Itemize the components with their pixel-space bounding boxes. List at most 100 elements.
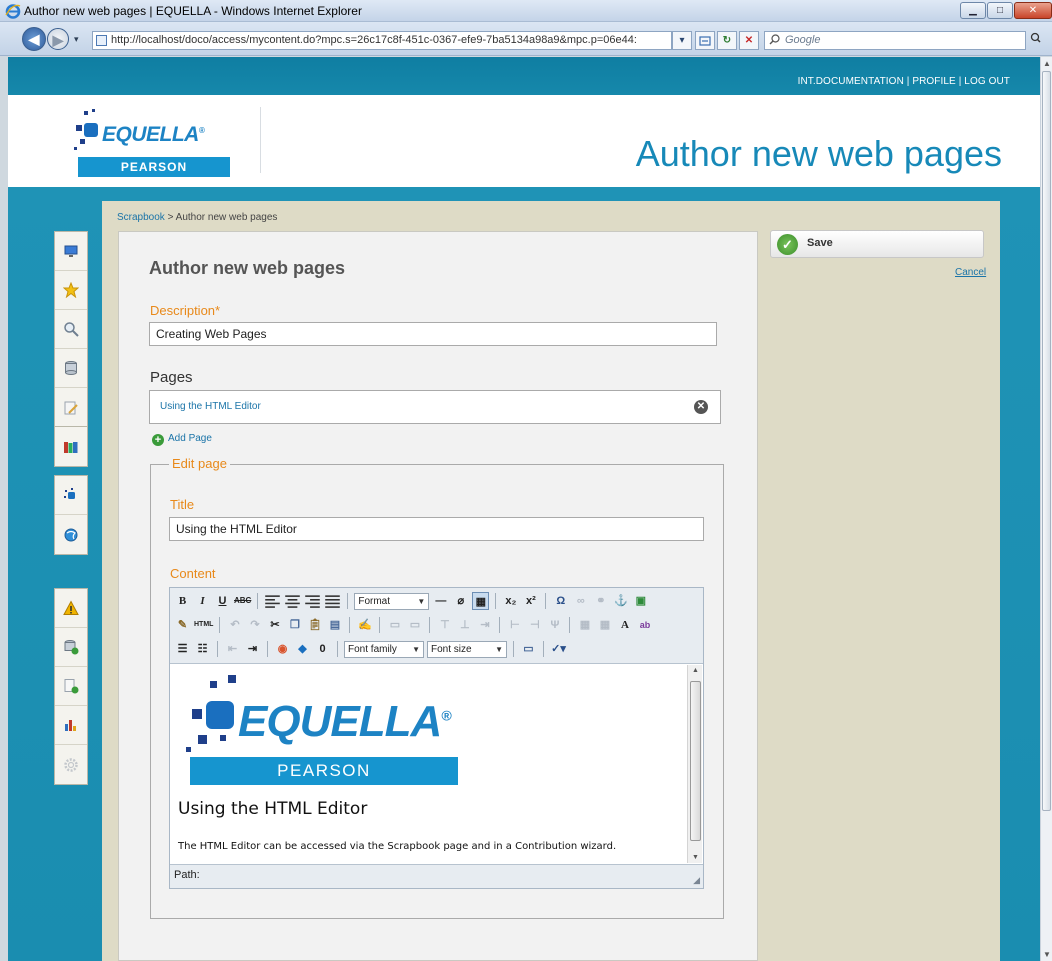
format-select[interactable]: Format ▼ [354,592,430,610]
resize-grip-icon[interactable]: ◢ [693,875,700,886]
breadcrumb-scrapbook-link[interactable]: Scrapbook [117,212,165,223]
delete-col-icon[interactable]: Ψ [546,616,563,634]
merge-cells-icon[interactable]: ▦ [576,616,593,634]
split-cells-icon[interactable]: ▦ [596,616,613,634]
insert-row-after-icon[interactable]: ⊥ [456,616,473,634]
logo-dot [92,109,95,112]
minimize-button[interactable]: ▁ [960,2,986,19]
rail-scrapbook-button[interactable] [55,427,87,466]
spellcheck-icon[interactable]: ✓▾ [550,640,567,658]
editor-content-area[interactable]: EQUELLA® PEARSON Using the HTML Editor T… [170,665,687,863]
page-scroll-thumb[interactable] [1042,71,1051,811]
outdent-icon[interactable]: ⇤ [224,640,241,658]
horizontal-rule-button[interactable]: — [432,592,449,610]
title-input[interactable]: Using the HTML Editor [169,517,704,541]
rail-manage-resources-button[interactable] [55,628,87,667]
align-right-icon[interactable] [304,592,321,610]
rail-contribute-button[interactable] [55,388,87,427]
equella-resource-icon[interactable]: ◆ [294,640,311,658]
rail-tasks-button[interactable] [55,667,87,706]
rail-dashboard-button[interactable] [55,232,87,271]
paste-word-icon[interactable]: ▤ [326,616,343,634]
link-icon[interactable]: ∞ [572,592,589,610]
cancel-link[interactable]: Cancel [955,267,986,278]
numbered-list-icon[interactable]: ☷ [194,640,211,658]
scroll-up-icon[interactable]: ▲ [692,667,699,674]
remove-format-icon[interactable]: ⌀ [452,592,469,610]
color-palette-icon[interactable]: ◉ [274,640,291,658]
attachment-icon[interactable]: 0 [314,640,331,658]
scroll-down-icon[interactable]: ▼ [1043,950,1051,959]
special-character-button[interactable]: Ω [552,592,569,610]
fullscreen-icon[interactable]: ▭ [520,640,537,658]
delete-row-icon[interactable]: ⇥ [476,616,493,634]
bold-button[interactable]: B [174,592,191,610]
refresh-button[interactable]: ↻ [717,31,737,50]
content-label: Content [170,566,216,581]
align-left-icon[interactable] [264,592,281,610]
undo-icon[interactable]: ↶ [226,616,243,634]
editor-scrollbar[interactable]: ▲ ▼ [687,665,702,863]
search-input[interactable]: Google [764,31,1026,50]
strikethrough-button[interactable]: ABC [234,592,251,610]
url-dropdown-button[interactable]: ▾ [672,31,692,50]
subscript-button[interactable]: x₂ [502,592,519,610]
forward-button[interactable]: ▶ [47,28,69,50]
insert-col-before-icon[interactable]: ⊢ [506,616,523,634]
indent-icon[interactable]: ⇥ [244,640,261,658]
copy-icon[interactable]: ❐ [286,616,303,634]
logo-wordmark: EQUELLA® [102,123,205,146]
html-source-button[interactable]: HTML [194,616,213,634]
redo-icon[interactable]: ↷ [246,616,263,634]
search-go-icon[interactable] [1030,32,1044,47]
recent-pages-dropdown[interactable]: ▾ [74,34,79,45]
edit-code-icon[interactable]: ✍ [356,616,373,634]
font-size-select[interactable]: Font size ▼ [427,640,507,658]
page-scrollbar[interactable]: ▲ ▼ [1040,57,1052,961]
save-button[interactable]: ✓ Save [770,230,984,258]
insert-col-after-icon[interactable]: ⊣ [526,616,543,634]
rail-search-button[interactable] [55,310,87,349]
scroll-up-icon[interactable]: ▲ [1043,59,1051,68]
equella-pearson-logo[interactable]: EQUELLA® PEARSON [74,105,234,185]
underline-button[interactable]: U [214,592,231,610]
rail-reports-button[interactable] [55,706,87,745]
visual-aid-button[interactable]: ▦ [472,592,490,610]
align-justify-icon[interactable] [324,592,341,610]
page-link[interactable]: Using the HTML Editor [160,401,261,412]
rail-settings-button[interactable] [55,745,87,784]
font-family-select[interactable]: Font family ▼ [344,640,424,658]
scroll-down-icon[interactable]: ▼ [692,854,699,861]
rail-equella-button[interactable] [55,476,87,515]
table-cell-props-icon[interactable]: ▭ [406,616,423,634]
align-center-icon[interactable] [284,592,301,610]
cleanup-brush-icon[interactable]: ✎ [174,616,191,634]
add-page-button[interactable]: + Add Page [152,433,212,446]
paste-icon[interactable]: 📋︎ [306,616,323,634]
rail-hierarchy-button[interactable] [55,515,87,554]
url-input[interactable]: http://localhost/doco/access/mycontent.d… [92,31,672,50]
italic-button[interactable]: I [194,592,211,610]
table-row-props-icon[interactable]: ▭ [386,616,403,634]
rail-repository-button[interactable] [55,349,87,388]
remove-page-icon[interactable]: ✕ [694,400,708,414]
insert-row-before-icon[interactable]: ⊤ [436,616,453,634]
user-nav-links[interactable]: INT.DOCUMENTATION | PROFILE | LOG OUT [798,76,1010,87]
compatibility-view-button[interactable] [695,31,715,50]
back-button[interactable]: ◀ [22,27,46,51]
text-color-icon[interactable]: A [616,616,633,634]
superscript-button[interactable]: x² [522,592,539,610]
editor-scroll-thumb[interactable] [690,681,701,841]
stop-button[interactable]: ✕ [739,31,759,50]
description-input[interactable]: Creating Web Pages [149,322,717,346]
rail-notifications-button[interactable] [55,589,87,628]
image-icon[interactable]: ▣ [632,592,649,610]
maximize-button[interactable]: □ [987,2,1013,19]
cut-icon[interactable]: ✂ [266,616,283,634]
bullet-list-icon[interactable]: ☰ [174,640,191,658]
close-window-button[interactable]: ✕ [1014,2,1052,19]
anchor-icon[interactable]: ⚓ [612,592,629,610]
unlink-icon[interactable]: ⚭ [592,592,609,610]
highlight-color-icon[interactable]: ab [636,616,653,634]
rail-favourites-button[interactable] [55,271,87,310]
